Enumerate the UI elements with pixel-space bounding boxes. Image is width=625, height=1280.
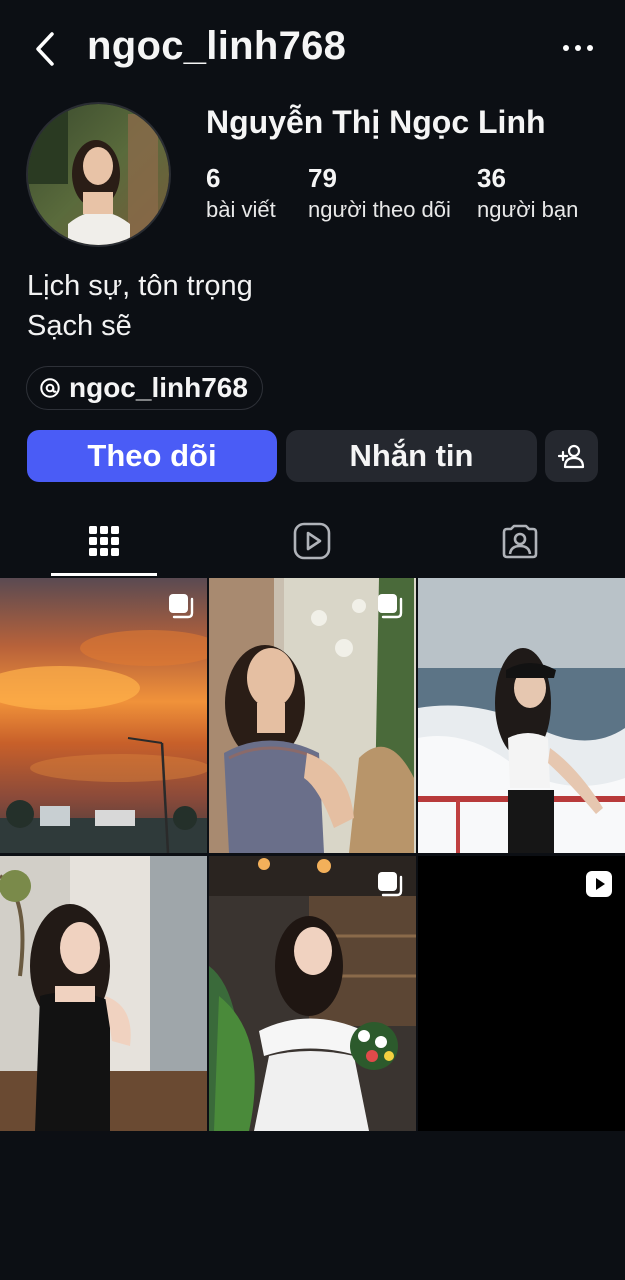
carousel-icon bbox=[378, 872, 403, 897]
threads-profile-link[interactable]: ngoc_linh768 bbox=[26, 366, 263, 410]
add-user-icon bbox=[557, 444, 584, 469]
reel-icon bbox=[586, 871, 612, 897]
stat-followers-count: 79 bbox=[308, 163, 337, 193]
grid-icon bbox=[89, 526, 119, 556]
post-thumbnail[interactable] bbox=[209, 578, 416, 853]
stat-posts-label: bài viết bbox=[206, 197, 276, 222]
stat-friends[interactable]: 36 người bạn bbox=[477, 162, 578, 226]
threads-icon bbox=[40, 378, 60, 398]
profile-avatar[interactable] bbox=[26, 102, 171, 247]
post-thumbnail[interactable] bbox=[209, 856, 416, 1131]
reels-icon bbox=[293, 522, 331, 560]
stat-posts-count: 6 bbox=[206, 163, 221, 193]
profile-full-name: Nguyễn Thị Ngọc Linh bbox=[206, 104, 546, 140]
profile-bio: Lịch sự, tôn trọng Sạch sẽ bbox=[27, 266, 253, 346]
bio-line: Lịch sự, tôn trọng bbox=[27, 270, 253, 302]
tab-tagged[interactable] bbox=[416, 505, 624, 577]
carousel-icon bbox=[378, 594, 403, 619]
more-options-button[interactable] bbox=[561, 38, 595, 58]
follow-button[interactable]: Theo dõi bbox=[27, 430, 277, 482]
post-thumbnail[interactable] bbox=[418, 578, 625, 853]
message-button[interactable]: Nhắn tin bbox=[286, 430, 537, 482]
profile-username: ngoc_linh768 bbox=[87, 24, 347, 68]
chevron-left-icon bbox=[36, 32, 54, 66]
post-thumbnail[interactable] bbox=[0, 856, 207, 1131]
stat-posts[interactable]: 6 bài viết bbox=[206, 162, 276, 226]
tab-grid[interactable] bbox=[0, 505, 208, 577]
more-horizontal-icon bbox=[563, 45, 593, 51]
stat-friends-label: người bạn bbox=[477, 197, 579, 222]
tagged-user-icon bbox=[502, 524, 538, 559]
bio-line: Sạch sẽ bbox=[27, 310, 132, 342]
threads-handle: ngoc_linh768 bbox=[69, 372, 248, 403]
back-button[interactable] bbox=[30, 30, 66, 68]
profile-tabs bbox=[0, 505, 625, 577]
stat-followers[interactable]: 79 người theo dõi bbox=[308, 162, 451, 226]
tab-reels[interactable] bbox=[208, 505, 416, 577]
active-tab-indicator bbox=[51, 573, 157, 576]
top-bar: ngoc_linh768 bbox=[0, 0, 625, 100]
post-thumbnail[interactable] bbox=[0, 578, 207, 853]
stat-friends-count: 36 bbox=[477, 163, 506, 193]
stat-followers-label: người theo dõi bbox=[308, 197, 451, 222]
carousel-icon bbox=[169, 594, 194, 619]
post-thumbnail[interactable] bbox=[418, 856, 625, 1131]
suggested-users-button[interactable] bbox=[545, 430, 598, 482]
